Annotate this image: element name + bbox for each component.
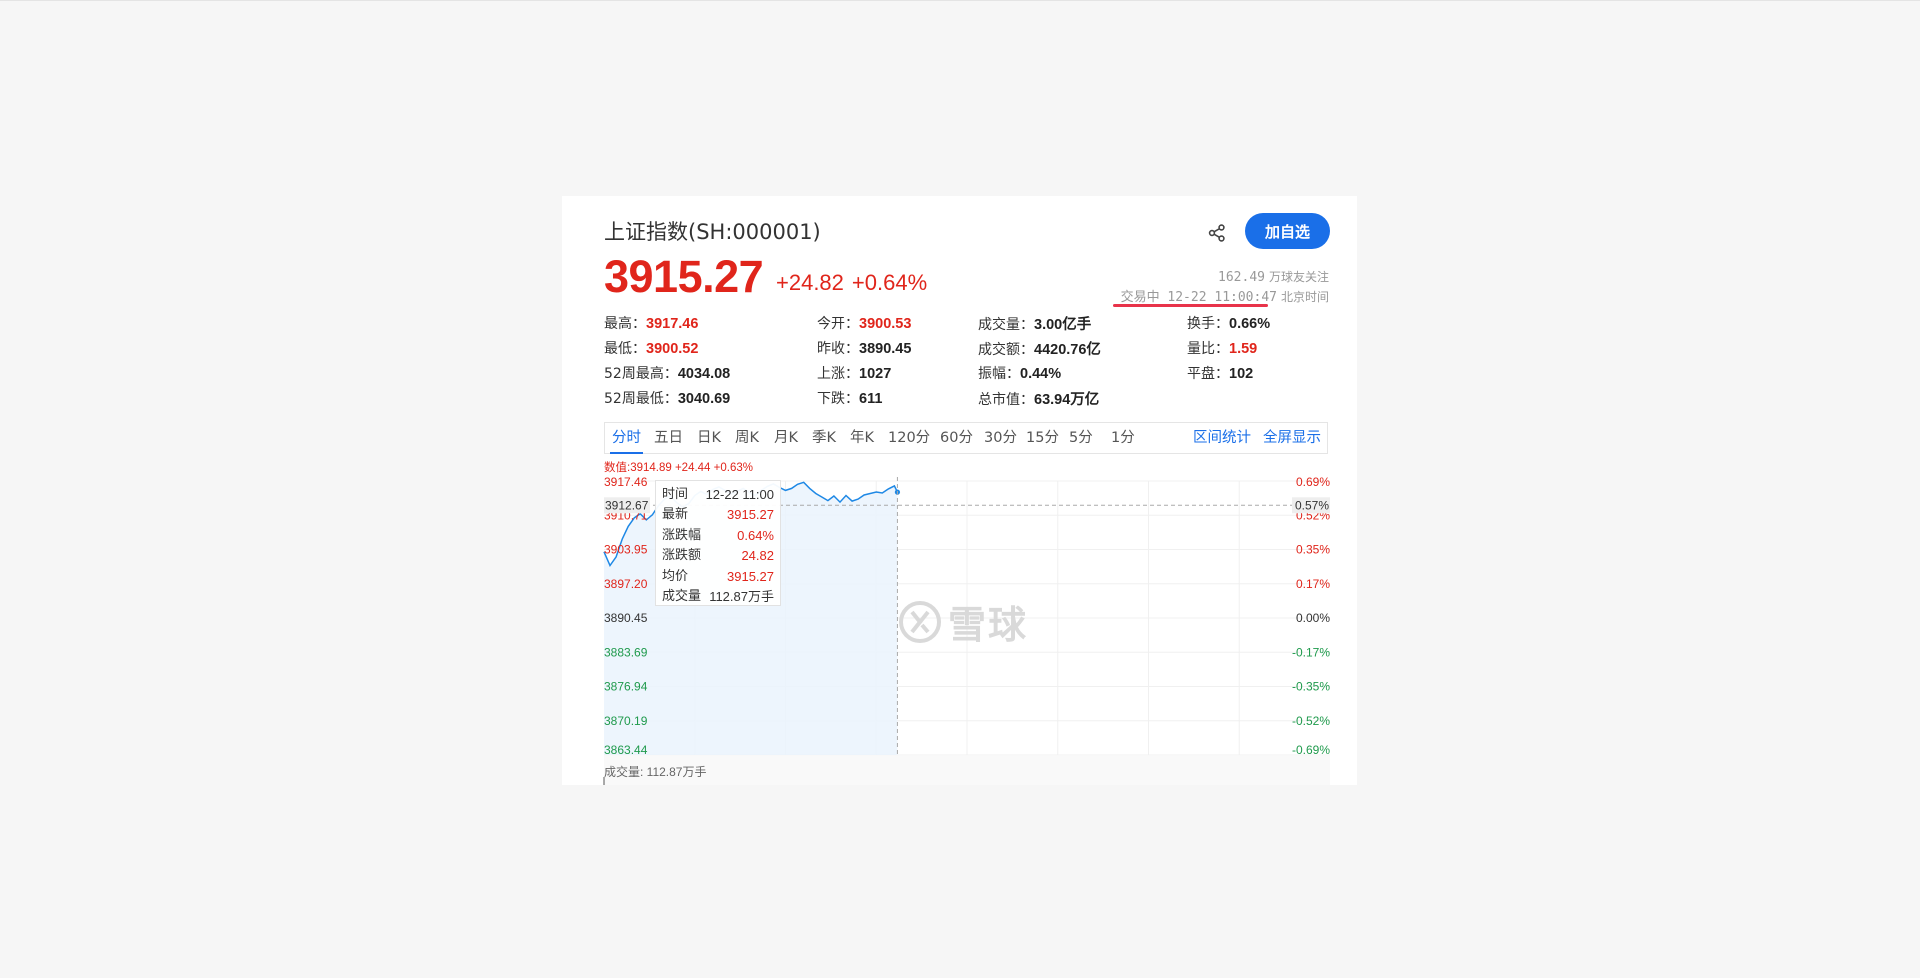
tooltip-value: 24.82 (741, 548, 774, 564)
y-tick-label-right: -0.52% (1292, 714, 1330, 728)
y-tick-label-left: 3863.44 (604, 743, 648, 757)
watermark-text: 雪球 (948, 603, 1029, 647)
tooltip-label: 涨跌幅 (662, 527, 702, 543)
tooltip-row: 时间 12-22 11:00 (662, 485, 774, 505)
tooltip-label: 涨跌额 (662, 548, 702, 564)
watermark: 雪球 (898, 594, 1028, 649)
y-tick-label-left: 3897.20 (604, 577, 648, 591)
top-border (0, 0, 1920, 1)
tooltip-row: 最新 3915.27 (662, 505, 774, 525)
tooltip-row: 均价 3915.27 (662, 567, 774, 587)
volume-label: 成交量: 112.87万手 (604, 765, 707, 779)
y-tick-label-left: 3883.69 (604, 645, 648, 659)
tooltip-label: 均价 (662, 568, 689, 584)
stock-quote-card: 上证指数(SH:000001) 加自选 3915.27 +24.82 +0.64%… (562, 196, 1357, 785)
y-tick-label-left: 3870.19 (604, 714, 648, 728)
y-tick-label-right: -0.69% (1292, 743, 1330, 757)
y-tick-label-right: -0.17% (1292, 645, 1330, 659)
snowball-logo-icon (899, 600, 941, 643)
tooltip-value: 112.87万手 (709, 589, 774, 604)
tooltip-label: 时间 (662, 487, 689, 502)
crosshair-pct-label: 0.57% (1295, 498, 1329, 512)
tooltip-value: 0.64% (737, 527, 774, 543)
y-tick-label-right: 0.69% (1296, 475, 1330, 489)
tooltip-row: 成交量 112.87万手 (662, 587, 774, 607)
tooltip-value: 3915.27 (727, 507, 774, 523)
y-tick-label-left: 3876.94 (604, 680, 648, 694)
y-tick-label-left: 3890.45 (604, 611, 648, 625)
chart-tooltip: 时间 12-22 11:00 最新 3915.27 涨跌幅 0.64% 涨跌额 24.82 均价… (655, 480, 781, 606)
y-tick-label-right: 0.35% (1296, 543, 1330, 557)
volume-panel (604, 756, 1330, 785)
tooltip-value: 12-22 11:00 (705, 487, 774, 502)
y-tick-label-left: 3917.46 (604, 475, 648, 489)
tooltip-value: 3915.27 (727, 568, 774, 584)
crosshair-value-label: 3912.67 (605, 498, 649, 512)
tooltip-row: 涨跌额 24.82 (662, 546, 774, 566)
y-tick-label-right: 0.17% (1296, 577, 1330, 591)
y-tick-label-right: -0.35% (1292, 680, 1330, 694)
tooltip-label: 成交量 (662, 589, 702, 604)
y-tick-label-left: 3903.95 (604, 543, 648, 557)
y-tick-label-right: 0.00% (1296, 611, 1330, 625)
tooltip-label: 最新 (662, 507, 689, 523)
tooltip-row: 涨跌幅 0.64% (662, 526, 774, 546)
